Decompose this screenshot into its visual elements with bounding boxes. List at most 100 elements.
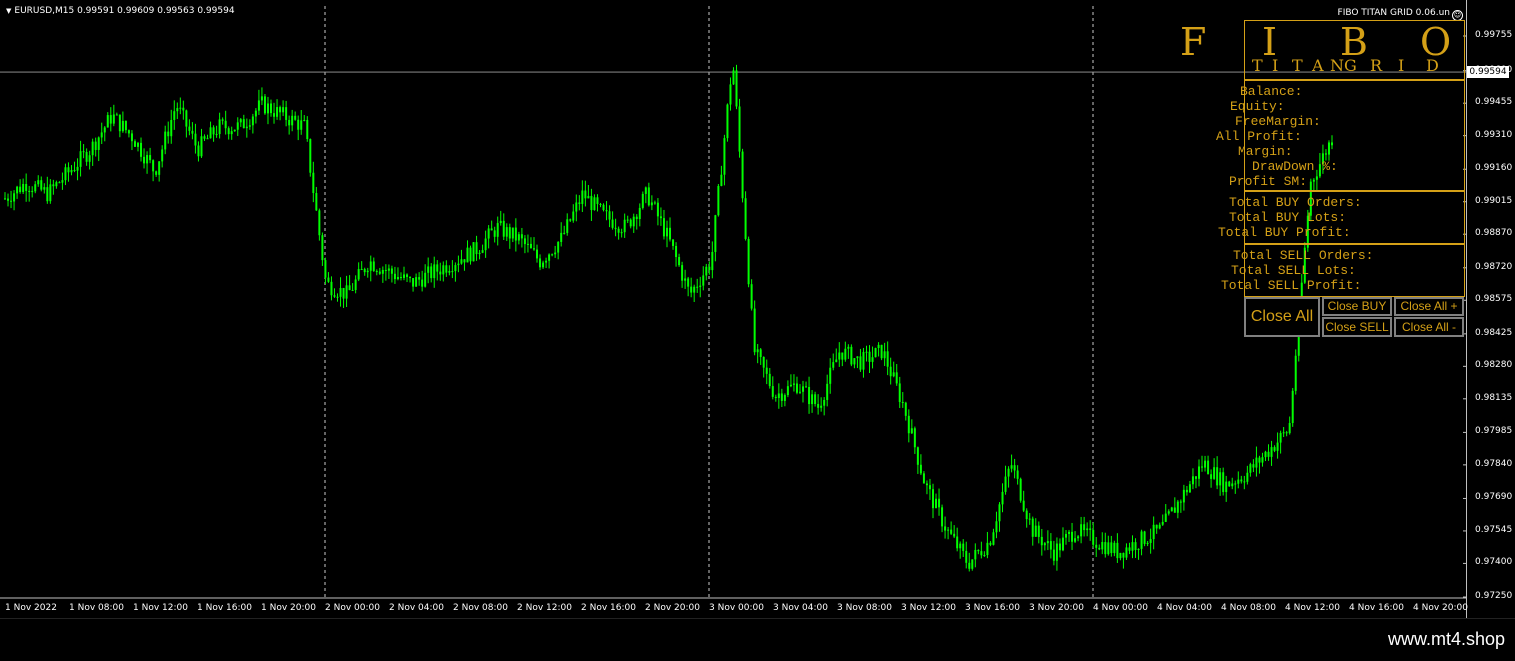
candle-body — [140, 142, 143, 157]
price-tick-label: 0.97840 — [1475, 458, 1513, 469]
candle-body — [681, 265, 684, 281]
candle-body — [76, 166, 79, 171]
candle-body — [19, 186, 22, 193]
candle-body — [1294, 355, 1297, 391]
candle-body — [669, 227, 672, 240]
price-tick-label: 0.97545 — [1475, 524, 1513, 535]
candle-body — [747, 238, 750, 285]
candle-body — [798, 391, 801, 393]
candle-body — [10, 200, 13, 202]
candle-body — [152, 160, 155, 172]
total-sell-orders-label: Total SELL Orders: — [1233, 248, 1374, 263]
candle-body — [1240, 479, 1243, 482]
candle-body — [587, 195, 590, 199]
candle-body — [690, 286, 693, 293]
candle-body — [137, 142, 140, 147]
candle-body — [399, 277, 402, 279]
candle-body — [792, 383, 795, 385]
candle-body — [596, 197, 599, 205]
candle-body — [1279, 432, 1282, 443]
candle-body — [97, 137, 100, 150]
profit-sm-label: Profit SM: — [1229, 174, 1308, 189]
candle-body — [448, 271, 451, 273]
candle-body — [1210, 474, 1213, 479]
candle-body — [953, 533, 956, 537]
candle-body — [542, 262, 545, 268]
candle-body — [859, 356, 862, 370]
candle-body — [1204, 460, 1207, 468]
candle-body — [989, 542, 992, 545]
candle-body — [1110, 542, 1113, 554]
candle-body — [1282, 432, 1285, 434]
candle-body — [826, 383, 829, 400]
price-tick-label: 0.97985 — [1475, 426, 1513, 437]
candle-body — [608, 211, 611, 220]
free-margin-label: FreeMargin: — [1235, 114, 1321, 129]
candle-body — [146, 155, 149, 164]
close-sell-button[interactable]: Close SELL — [1322, 317, 1392, 337]
candle-body — [1194, 476, 1197, 479]
candle-body — [463, 259, 466, 263]
candle-body — [49, 184, 52, 202]
candle-body — [1122, 552, 1125, 558]
candle-body — [656, 202, 659, 217]
candle-body — [536, 249, 539, 259]
time-tick-label: 2 Nov 04:00 — [389, 603, 444, 613]
candle-body — [348, 285, 351, 291]
candle-body — [901, 402, 904, 404]
candle-body — [182, 107, 185, 111]
candle-body — [363, 269, 366, 273]
candle-body — [309, 139, 312, 173]
candle-body — [303, 119, 306, 121]
candle-body — [487, 228, 490, 239]
candle-body — [1013, 465, 1016, 471]
candle-body — [910, 428, 913, 434]
candle-body — [312, 172, 315, 194]
candle-body — [170, 119, 173, 137]
candle-body — [28, 190, 31, 192]
candle-body — [623, 219, 626, 233]
candle-body — [390, 268, 393, 274]
candle-body — [584, 190, 587, 199]
candle-body — [327, 277, 330, 282]
candle-body — [294, 115, 297, 120]
close-all-plus-button[interactable]: Close All + — [1394, 297, 1464, 316]
candle-body — [983, 555, 986, 557]
candle-body — [1264, 451, 1267, 458]
candle-body — [578, 202, 581, 204]
candle-body — [699, 285, 702, 287]
close-all-minus-button[interactable]: Close All - — [1394, 317, 1464, 337]
candle-body — [895, 372, 898, 384]
price-tick-label: 0.97400 — [1475, 557, 1513, 568]
candle-body — [73, 169, 76, 171]
candle-body — [251, 116, 254, 126]
candle-body — [415, 277, 418, 287]
candle-body — [4, 198, 6, 200]
candle-body — [756, 349, 759, 353]
candle-body — [1058, 543, 1061, 551]
candle-body — [115, 114, 118, 116]
price-tick-label: 0.99310 — [1475, 129, 1513, 140]
candle-body — [176, 108, 179, 112]
close-buy-button[interactable]: Close BUY — [1322, 297, 1392, 316]
candle-body — [626, 219, 629, 221]
candle-body — [1043, 543, 1046, 546]
candle-body — [276, 107, 279, 117]
dropdown-arrow-icon[interactable]: ▼ — [6, 7, 11, 15]
candle-body — [378, 271, 381, 274]
candle-body — [94, 141, 97, 150]
candle-body — [941, 507, 944, 527]
candle-body — [1019, 478, 1022, 501]
candle-body — [1237, 479, 1240, 484]
candle-body — [167, 131, 170, 137]
close-all-button[interactable]: Close All — [1244, 297, 1320, 337]
current-price-tag: 0.99594 — [1467, 66, 1509, 78]
candle-body — [1055, 543, 1058, 561]
candle-body — [1083, 524, 1086, 531]
candle-body — [520, 234, 523, 239]
candle-body — [789, 384, 792, 387]
candle-body — [1128, 547, 1131, 551]
candle-body — [526, 243, 529, 245]
candle-body — [632, 216, 635, 227]
candle-body — [650, 202, 653, 206]
